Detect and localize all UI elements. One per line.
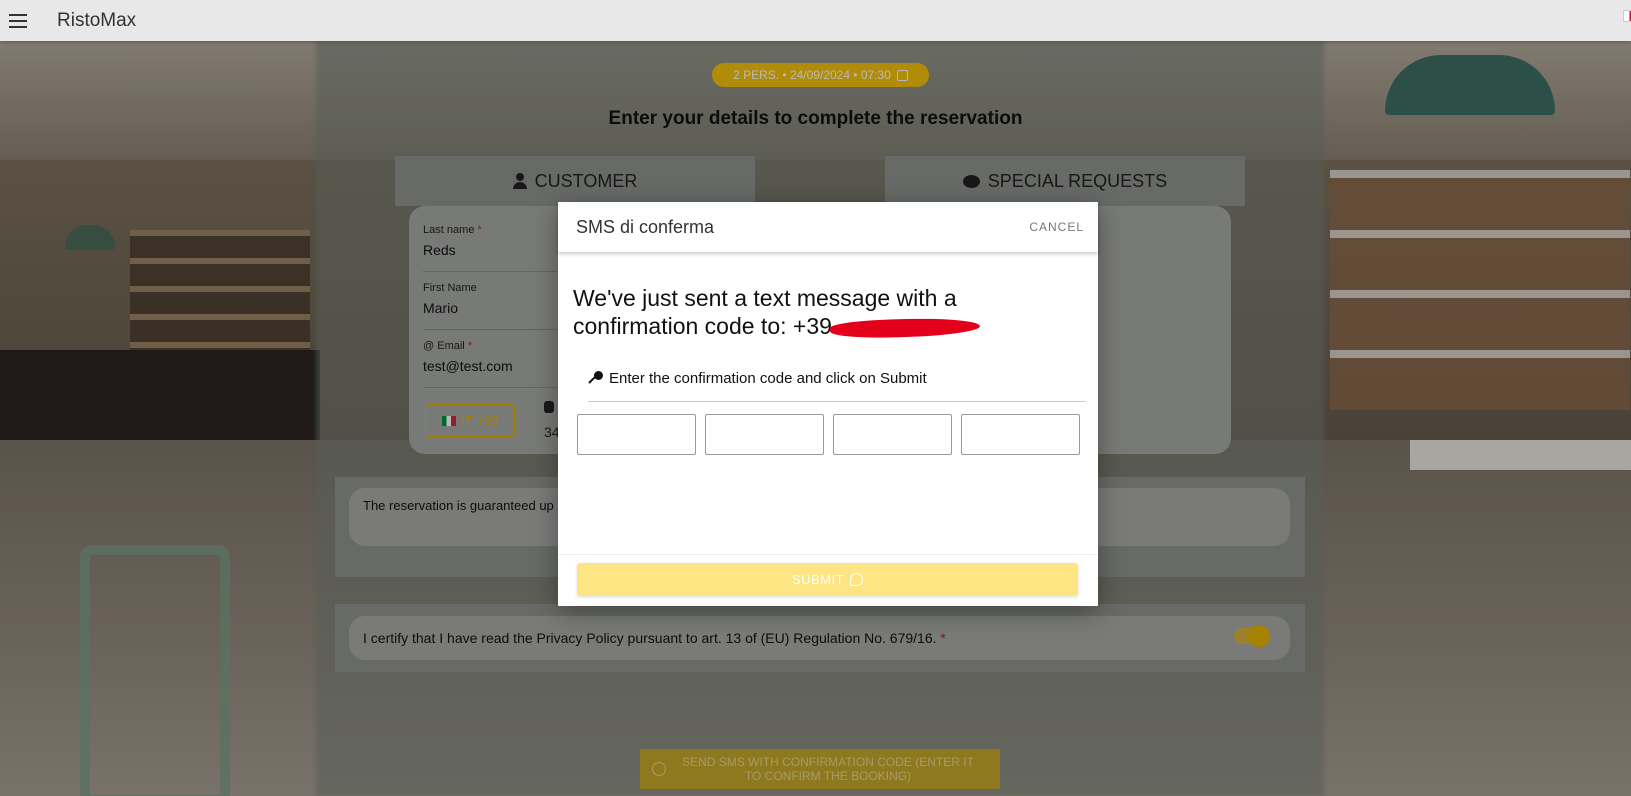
submit-label: SUBMIT (791, 572, 845, 587)
key-icon (850, 573, 864, 586)
confirmation-message: We've just sent a text message with a co… (573, 284, 1043, 340)
app-bar: RistoMax (0, 0, 1631, 41)
code-digit-2[interactable] (705, 414, 824, 455)
code-inputs (577, 414, 1080, 455)
code-digit-1[interactable] (577, 414, 696, 455)
instruction-row: Enter the confirmation code and click on… (588, 362, 1086, 402)
submit-button[interactable]: SUBMIT (577, 563, 1078, 596)
menu-icon[interactable] (9, 13, 27, 28)
instruction-text: Enter the confirmation code and click on… (609, 370, 927, 387)
app-title: RistoMax (57, 9, 137, 31)
code-digit-4[interactable] (961, 414, 1080, 455)
dialog-title: SMS di conferma (576, 216, 715, 237)
dialog-footer: SUBMIT (558, 554, 1098, 606)
dialog-header: SMS di conferma CANCEL (558, 202, 1098, 252)
code-digit-3[interactable] (833, 414, 952, 455)
key-icon (588, 371, 603, 386)
redaction-mark (829, 316, 981, 340)
language-flag-icon[interactable] (1623, 10, 1631, 22)
cancel-button[interactable]: CANCEL (1029, 220, 1084, 234)
sms-confirmation-dialog: SMS di conferma CANCEL We've just sent a… (558, 202, 1098, 606)
